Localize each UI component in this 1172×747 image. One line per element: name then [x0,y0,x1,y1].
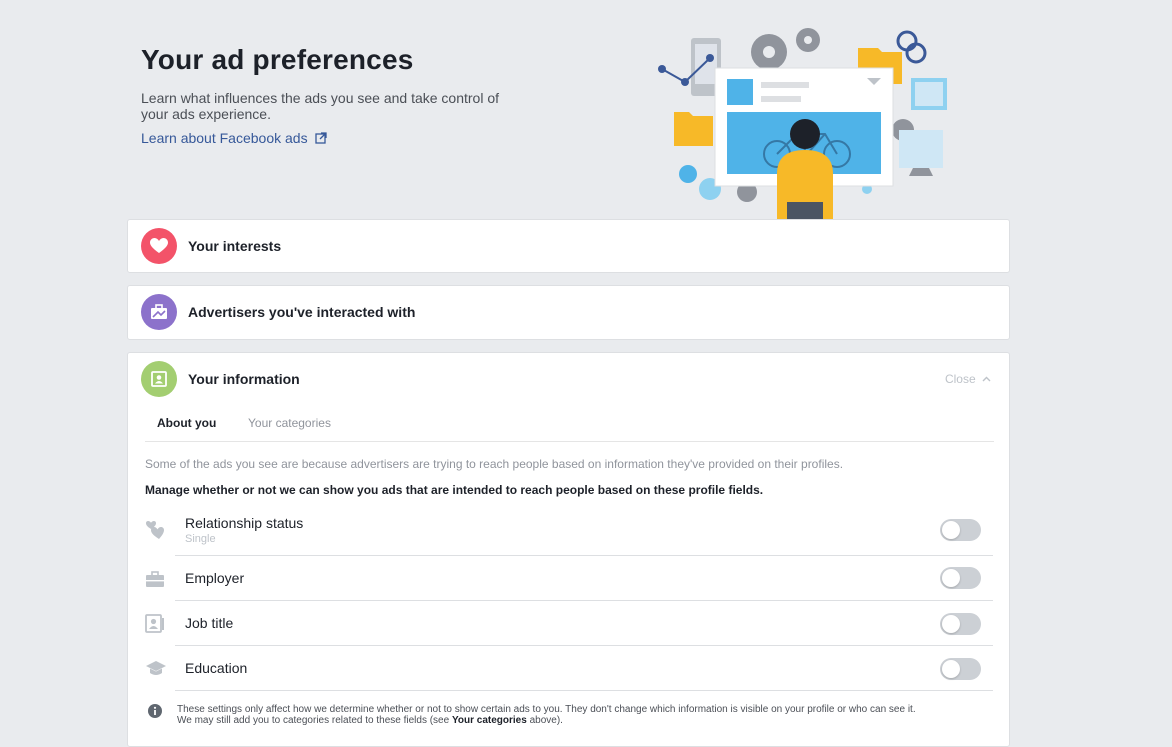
learn-about-ads-link[interactable]: Learn about Facebook ads [141,130,328,146]
hearts-icon [146,521,164,539]
field-job-title: Job title [145,601,993,646]
note-text: These settings only affect how we determ… [177,704,997,726]
external-link-icon [315,132,328,144]
info-icon [148,704,162,718]
information-tabs: About you Your categories [145,405,994,442]
toggle-knob [942,660,960,678]
note-line-1: These settings only affect how we determ… [177,704,916,715]
tab-your-categories[interactable]: Your categories [248,416,331,430]
note-line-2-end: above). [529,715,563,726]
field-label: Education [185,660,248,676]
id-badge-icon [145,614,164,633]
toggle-knob [942,615,960,633]
field-label: Relationship status [185,515,304,531]
row-divider [175,690,993,691]
ad-preferences-illustration [658,28,947,220]
field-education: Education [145,646,993,691]
field-value: Single [185,533,216,545]
relationship-status-toggle[interactable] [940,519,981,541]
profile-fields-list: Relationship status Single Employer Job … [145,505,993,691]
briefcase-icon [141,294,177,330]
toggle-knob [942,521,960,539]
education-toggle[interactable] [940,658,981,680]
interests-header[interactable]: Your interests [128,220,1009,272]
interests-panel[interactable]: Your interests [127,219,1010,273]
page-description: Learn what influences the ads you see an… [141,90,500,122]
field-label: Employer [185,570,245,586]
field-employer: Employer [145,556,993,601]
job-title-toggle[interactable] [940,613,981,635]
advertisers-title: Advertisers you've interacted with [188,304,416,320]
manage-instruction: Manage whether or not we can show you ad… [145,483,764,497]
information-description: Some of the ads you see are because adve… [145,457,844,471]
header: Your ad preferences Learn what influence… [141,44,561,148]
interests-title: Your interests [188,238,282,254]
chevron-up-icon [982,376,991,382]
information-header[interactable]: Your information [128,353,1009,405]
toggle-knob [942,569,960,587]
field-label: Job title [185,615,234,631]
graduation-cap-icon [146,661,166,675]
contact-card-icon [141,361,177,397]
briefcase-icon [146,571,164,587]
heart-icon [141,228,177,264]
advertisers-header[interactable]: Advertisers you've interacted with [128,286,1009,338]
close-button[interactable]: Close [945,372,991,386]
information-panel: Your information Close About you Your ca… [127,352,1010,747]
employer-toggle[interactable] [940,567,981,589]
information-title: Your information [188,371,300,387]
field-relationship-status: Relationship status Single [145,505,993,556]
tab-about-you[interactable]: About you [157,416,216,430]
close-label: Close [944,372,976,386]
learn-link-label: Learn about Facebook ads [141,130,308,146]
note-line-2: We may still add you to categories relat… [177,715,450,726]
advertisers-panel[interactable]: Advertisers you've interacted with [127,285,1010,340]
page-title: Your ad preferences [141,44,414,75]
note-categories-link[interactable]: Your categories [452,715,527,726]
